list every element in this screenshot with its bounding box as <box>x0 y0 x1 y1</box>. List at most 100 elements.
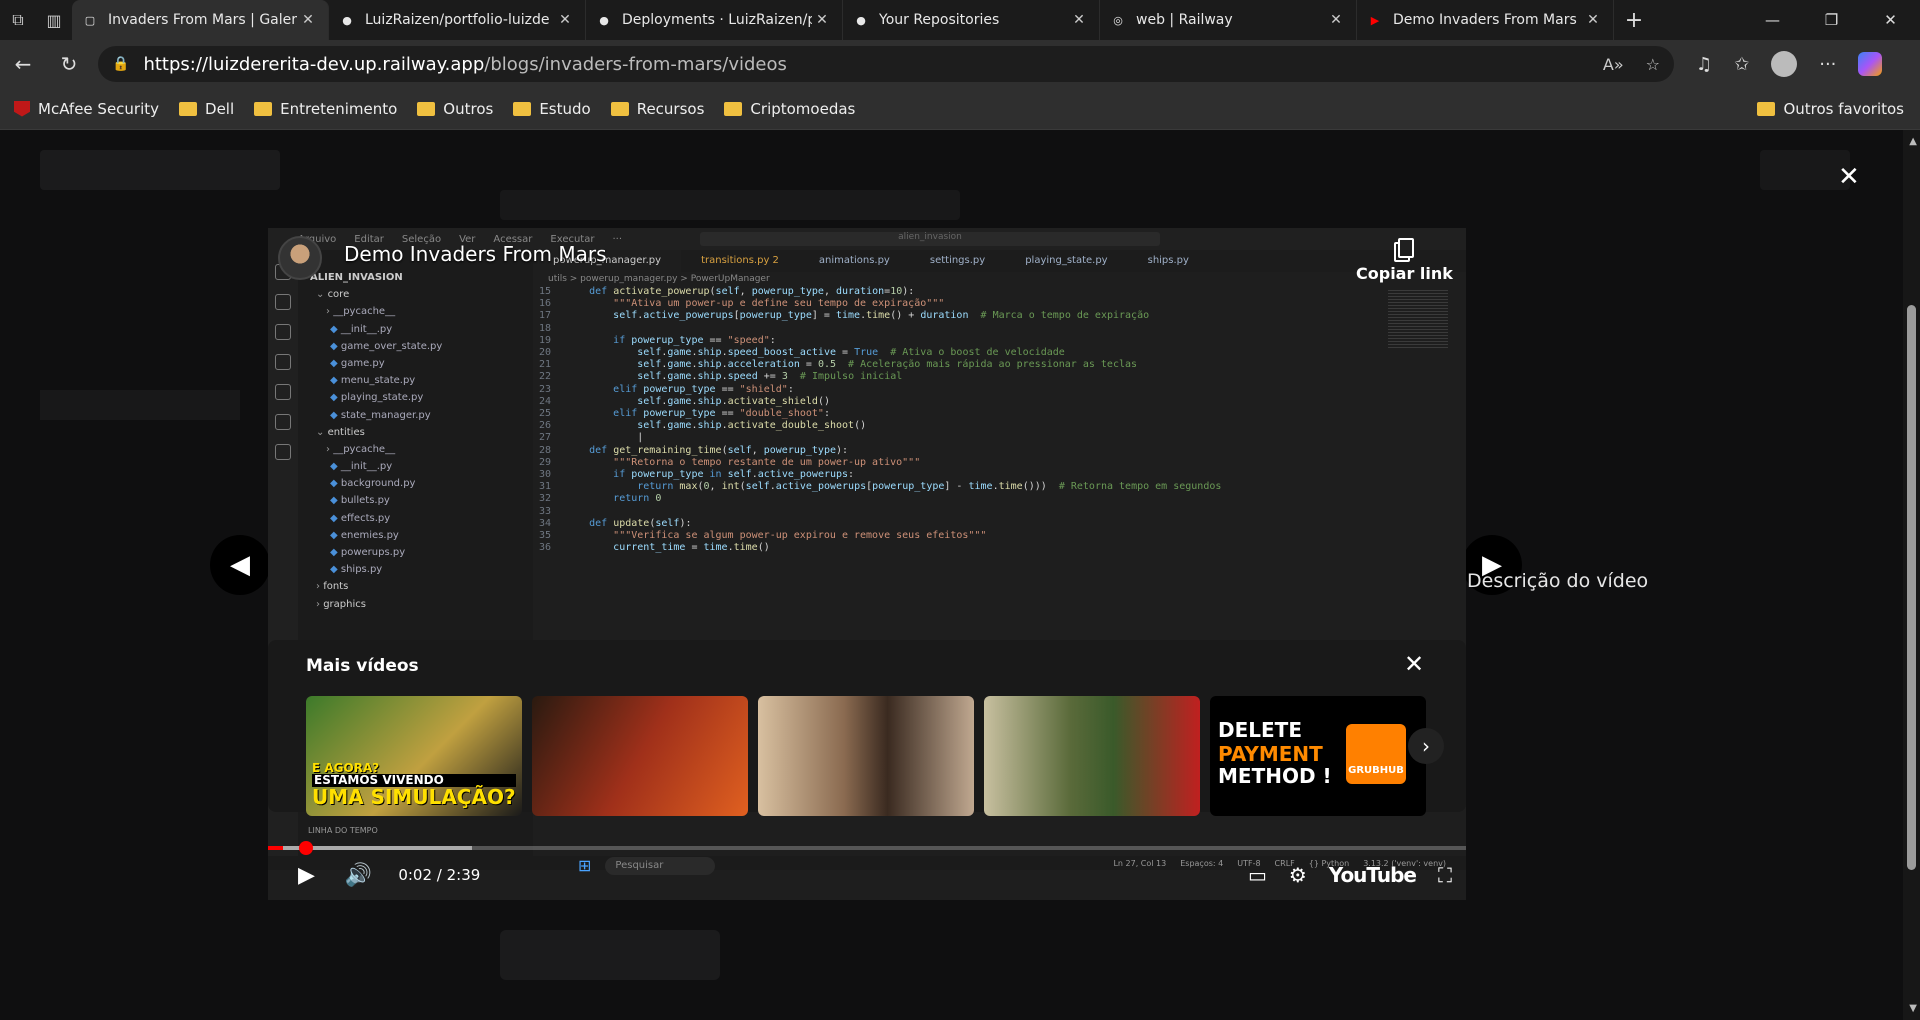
video-title[interactable]: Demo Invaders From Mars <box>344 242 607 266</box>
related-video-thumbnail[interactable] <box>532 696 748 816</box>
close-tab-icon[interactable]: ✕ <box>555 12 575 28</box>
close-gallery-icon[interactable]: ✕ <box>1838 162 1860 192</box>
scroll-down-icon[interactable]: ▼ <box>1909 1003 1917 1014</box>
previous-video-button[interactable]: ◀ <box>210 535 270 595</box>
python-file-icon: ◆ <box>330 323 341 335</box>
page-icon: ▢ <box>84 13 96 27</box>
browser-tab[interactable]: ▶ Demo Invaders From Mars ✕ <box>1357 0 1614 40</box>
site-info-icon[interactable]: 🔒 <box>112 56 129 72</box>
bookmark-item[interactable]: Entretenimento <box>254 100 397 118</box>
python-file-icon: ◆ <box>330 409 341 421</box>
more-menu-icon[interactable]: ··· <box>1819 54 1836 75</box>
ide-search: alien_invasion <box>700 232 1161 246</box>
python-file-icon: ◆ <box>330 512 341 524</box>
more-videos-title: Mais vídeos <box>306 656 419 676</box>
channel-avatar[interactable] <box>278 236 322 280</box>
explorer-row: › fonts <box>312 581 533 598</box>
bookmark-item[interactable]: Outros <box>417 100 493 118</box>
explorer-row: ◆ effects.py <box>312 513 533 530</box>
related-video-thumbnail[interactable] <box>984 696 1200 816</box>
bookmark-item[interactable]: McAfee Security <box>14 100 159 118</box>
related-video-thumbnail[interactable]: E AGORA? ESTAMOS VIVENDO UMA SIMULAÇÃO? <box>306 696 522 816</box>
browser-tab[interactable]: ● Deployments · LuizRaizen/p ✕ <box>586 0 843 40</box>
python-file-icon: ◆ <box>330 478 341 490</box>
player-controls: ▶ 🔊 0:02 / 2:39 ⊞ Pesquisar ▭ ⚙ YouTube … <box>268 850 1466 900</box>
folder-icon <box>254 101 273 116</box>
close-tab-icon[interactable]: ✕ <box>1583 12 1603 28</box>
favorite-star-icon[interactable]: ☆ <box>1646 55 1660 74</box>
python-file-icon: ◆ <box>330 392 341 404</box>
scroll-thumb[interactable] <box>1907 305 1916 870</box>
tab-title: web | Railway <box>1136 12 1233 28</box>
bookmark-label: Criptomoedas <box>750 99 856 118</box>
copilot-icon[interactable] <box>1858 52 1883 76</box>
vertical-tabs-icon[interactable]: ▥ <box>36 0 72 40</box>
explorer-row: ◆ ships.py <box>312 564 533 581</box>
back-button[interactable]: ← <box>0 52 46 76</box>
tab-strip: ▢ Invaders From Mars | Galer ✕ ● LuizRaizen/… <box>72 0 1614 40</box>
related-video-thumbnail[interactable] <box>758 696 974 816</box>
python-file-icon: ◆ <box>330 357 341 369</box>
close-window-button[interactable]: ✕ <box>1861 11 1920 29</box>
profile-avatar[interactable] <box>1771 51 1798 77</box>
explorer-item: menu_state.py <box>340 375 416 387</box>
explorer-item: __init__.py <box>340 323 393 335</box>
video-description-label[interactable]: Descrição do vídeo <box>1467 570 1648 592</box>
browser-tab[interactable]: ● Your Repositories ✕ <box>843 0 1100 40</box>
close-tab-icon[interactable]: ✕ <box>298 12 318 28</box>
browser-tab[interactable]: ▢ Invaders From Mars | Galer ✕ <box>72 0 329 40</box>
python-file-icon: ◆ <box>330 564 341 576</box>
youtube-logo[interactable]: YouTube <box>1329 863 1417 887</box>
explorer-item: entities <box>327 426 365 438</box>
bookmarks-bar: McAfee Security Dell Entretenimento Outros E… <box>0 88 1920 130</box>
copy-link-label: Copiar link <box>1356 264 1453 283</box>
url-bar[interactable]: 🔒 https://luizdererita-dev.up.railway.ap… <box>98 46 1674 82</box>
maximize-button[interactable]: ❐ <box>1802 11 1861 29</box>
page-scrollbar[interactable]: ▲ ▼ <box>1903 130 1920 1020</box>
close-tab-icon[interactable]: ✕ <box>1069 12 1089 28</box>
bookmark-item[interactable]: Estudo <box>513 100 591 118</box>
url-host: https://luizdererita-dev.up.railway.app <box>143 53 485 75</box>
thumbnail-caption: E AGORA? ESTAMOS VIVENDO UMA SIMULAÇÃO? <box>312 762 516 808</box>
youtube-icon: ▶ <box>1370 13 1380 27</box>
folder-icon <box>513 101 532 116</box>
minimize-button[interactable]: — <box>1743 11 1802 29</box>
volume-icon[interactable]: 🔊 <box>345 863 372 888</box>
favorites-icon[interactable]: ✩ <box>1734 54 1749 75</box>
video-player[interactable]: Arquivo Editar Seleção Ver Acessar Executar ··… <box>268 228 1466 900</box>
explorer-row: ◆ game.py <box>312 358 533 375</box>
explorer-item: enemies.py <box>340 529 399 541</box>
fullscreen-icon[interactable]: ⛶ <box>1438 863 1452 887</box>
bookmark-item[interactable]: Criptomoedas <box>724 100 855 118</box>
explorer-item: __pycache__ <box>333 443 396 455</box>
settings-gear-icon[interactable]: ⚙ <box>1289 863 1307 887</box>
play-icon[interactable]: ▶ <box>298 863 315 888</box>
explorer-row: ◆ playing_state.py <box>312 392 533 409</box>
media-control-icon[interactable]: ♫ <box>1696 54 1712 75</box>
related-video-thumbnail[interactable]: DELETE PAYMENT METHOD ! GRUBHUB <box>1210 696 1426 816</box>
new-tab-button[interactable]: + <box>1614 8 1654 33</box>
copy-link-button[interactable]: Copiar link <box>1356 238 1453 283</box>
close-tab-icon[interactable]: ✕ <box>812 12 832 28</box>
explorer-root: ALIEN_INVASION <box>310 272 403 283</box>
ide-editor-tabs: powerup_manager.py transitions.py 2 animat… <box>533 250 1466 272</box>
close-more-videos-icon[interactable]: ✕ <box>1404 650 1424 678</box>
python-file-icon: ◆ <box>330 495 341 507</box>
explorer-item: state_manager.py <box>340 409 431 421</box>
browser-tab[interactable]: ◎ web | Railway ✕ <box>1100 0 1357 40</box>
ide-editor-tab: ships.py <box>1147 255 1189 266</box>
refresh-button[interactable]: ↻ <box>46 52 92 76</box>
more-videos-next-icon[interactable]: › <box>1408 728 1444 764</box>
browser-tab[interactable]: ● LuizRaizen/portfolio-luizde ✕ <box>329 0 586 40</box>
scroll-up-icon[interactable]: ▲ <box>1909 136 1917 147</box>
other-favorites-folder[interactable]: Outros favoritos <box>1757 100 1904 118</box>
subtitles-icon[interactable]: ▭ <box>1248 863 1267 887</box>
ide-editor-tab: settings.py <box>929 255 986 266</box>
read-aloud-icon[interactable]: A» <box>1603 55 1624 74</box>
folder-chevron-icon: ⌄ <box>316 289 328 301</box>
explorer-row: ◆ enemies.py <box>312 530 533 547</box>
workspaces-icon[interactable]: ⧉ <box>0 0 36 40</box>
close-tab-icon[interactable]: ✕ <box>1326 12 1346 28</box>
bookmark-item[interactable]: Dell <box>179 100 234 118</box>
bookmark-item[interactable]: Recursos <box>610 100 704 118</box>
